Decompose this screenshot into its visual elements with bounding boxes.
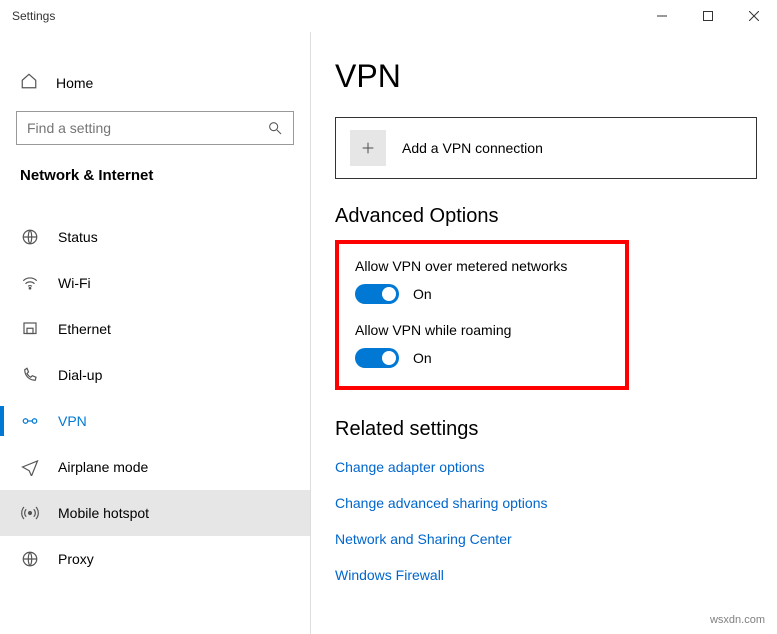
link-adapter-options[interactable]: Change adapter options [335, 459, 757, 475]
toggle-row-roaming: On [355, 348, 609, 368]
sidebar-item-label: Mobile hotspot [58, 505, 149, 521]
option-label-roaming: Allow VPN while roaming [355, 322, 609, 338]
sidebar-item-airplane[interactable]: Airplane mode [0, 444, 310, 490]
hotspot-icon [20, 504, 40, 522]
option-label-metered: Allow VPN over metered networks [355, 258, 609, 274]
search-input[interactable] [16, 111, 294, 145]
dialup-icon [20, 366, 40, 384]
page-title: VPN [335, 58, 757, 95]
sidebar-item-hotspot[interactable]: Mobile hotspot [0, 490, 310, 536]
airplane-icon [20, 458, 40, 476]
window-controls [639, 0, 777, 32]
vpn-icon [20, 412, 40, 430]
add-vpn-label: Add a VPN connection [402, 140, 543, 156]
sidebar-section-label: Network & Internet [0, 159, 310, 198]
minimize-button[interactable] [639, 0, 685, 32]
sidebar-item-wifi[interactable]: Wi-Fi [0, 260, 310, 306]
sidebar-home-label: Home [56, 75, 93, 91]
sidebar-item-proxy[interactable]: Proxy [0, 536, 310, 582]
plus-icon [350, 130, 386, 166]
search-icon [267, 120, 283, 139]
sidebar: Home Network & Internet Status [0, 32, 310, 634]
advanced-options-heading: Advanced Options [335, 205, 757, 228]
advanced-options-box: Allow VPN over metered networks On Allow… [335, 240, 629, 390]
sidebar-item-status[interactable]: Status [0, 214, 310, 260]
watermark: wsxdn.com [710, 614, 765, 626]
sidebar-item-dialup[interactable]: Dial-up [0, 352, 310, 398]
ethernet-icon [20, 320, 40, 338]
sidebar-item-vpn[interactable]: VPN [0, 398, 310, 444]
toggle-roaming-state: On [413, 350, 432, 366]
related-settings: Related settings Change adapter options … [335, 418, 757, 583]
home-icon [20, 72, 38, 93]
sidebar-item-label: VPN [58, 413, 87, 429]
main-content: VPN Add a VPN connection Advanced Option… [310, 32, 777, 634]
sidebar-item-label: Status [58, 229, 98, 245]
wifi-icon [20, 274, 40, 292]
status-icon [20, 228, 40, 246]
link-sharing-options[interactable]: Change advanced sharing options [335, 495, 757, 511]
link-network-center[interactable]: Network and Sharing Center [335, 531, 757, 547]
proxy-icon [20, 550, 40, 568]
toggle-row-metered: On [355, 284, 609, 304]
app-body: Home Network & Internet Status [0, 32, 777, 634]
toggle-roaming[interactable] [355, 348, 399, 368]
sidebar-home[interactable]: Home [0, 62, 310, 103]
toggle-metered[interactable] [355, 284, 399, 304]
sidebar-item-label: Proxy [58, 551, 94, 567]
close-button[interactable] [731, 0, 777, 32]
titlebar: Settings [0, 0, 777, 32]
sidebar-item-ethernet[interactable]: Ethernet [0, 306, 310, 352]
add-vpn-connection[interactable]: Add a VPN connection [335, 117, 757, 179]
toggle-metered-state: On [413, 286, 432, 302]
sidebar-item-label: Airplane mode [58, 459, 148, 475]
sidebar-item-label: Dial-up [58, 367, 102, 383]
sidebar-nav: Status Wi-Fi Ethernet Dial-up [0, 214, 310, 582]
sidebar-item-label: Wi-Fi [58, 275, 91, 291]
search-wrap [0, 103, 310, 159]
maximize-button[interactable] [685, 0, 731, 32]
related-settings-heading: Related settings [335, 418, 757, 441]
window-title: Settings [12, 9, 55, 23]
link-windows-firewall[interactable]: Windows Firewall [335, 567, 757, 583]
search-field[interactable] [27, 120, 283, 136]
sidebar-item-label: Ethernet [58, 321, 111, 337]
